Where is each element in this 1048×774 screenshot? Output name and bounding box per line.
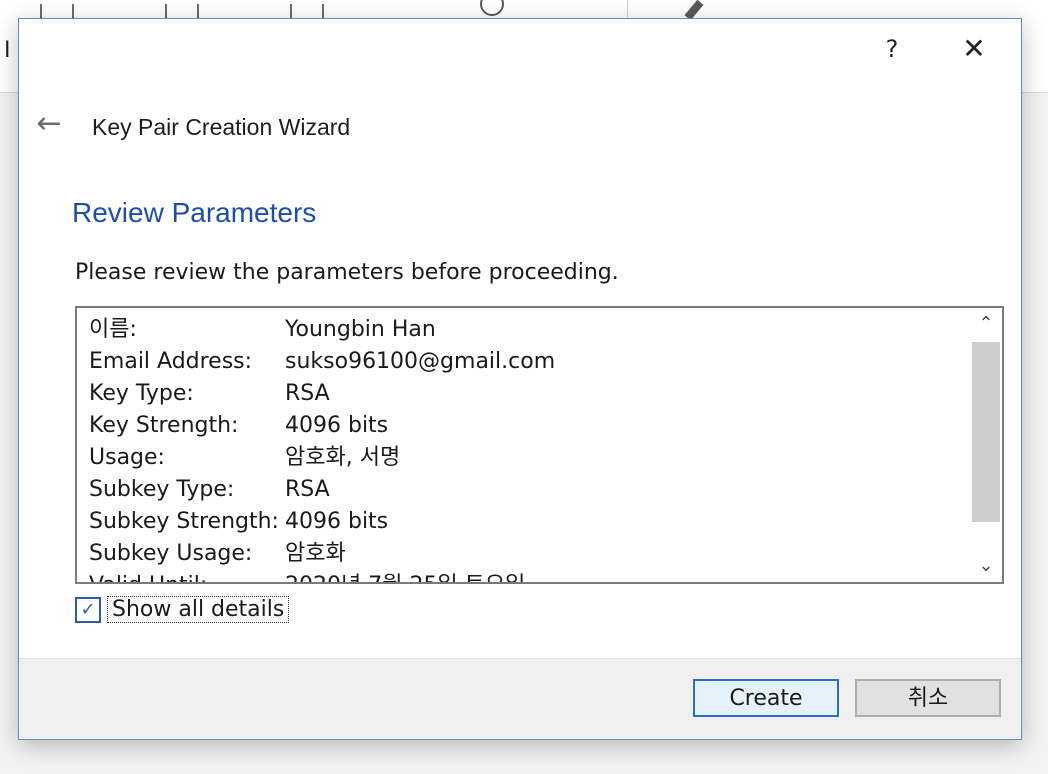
scroll-down-icon[interactable]: ⌄ <box>970 550 1002 582</box>
detail-label: Subkey Strength: <box>89 509 279 534</box>
cancel-button[interactable]: 취소 <box>855 679 1001 717</box>
search-icon <box>480 0 504 16</box>
page-description: Please review the parameters before proc… <box>75 260 619 285</box>
detail-value: 4096 bits <box>285 509 389 534</box>
detail-value: 암호화, 서명 <box>285 445 401 470</box>
detail-row-email: Email Address: sukso96100@gmail.com <box>89 346 968 378</box>
vertical-scrollbar[interactable]: ⌃ ⌄ <box>970 308 1002 582</box>
parameters-details-box[interactable]: 이름: Youngbin Han Email Address: sukso961… <box>75 306 1004 584</box>
detail-label: Key Strength: <box>89 413 239 438</box>
detail-value: 2020년 7월 25일 토요일 <box>285 570 525 582</box>
scroll-thumb[interactable] <box>972 342 1000 522</box>
detail-row-subkey-usage: Subkey Usage: 암호화 <box>89 538 968 570</box>
parameters-list: 이름: Youngbin Han Email Address: sukso961… <box>89 314 968 582</box>
detail-value: RSA <box>285 477 330 502</box>
detail-label: Subkey Usage: <box>89 541 253 566</box>
wizard-title: Key Pair Creation Wizard <box>92 114 351 140</box>
detail-label: Valid Until: <box>89 570 285 582</box>
show-all-details-label[interactable]: Show all details <box>107 596 290 623</box>
close-button[interactable]: ✕ <box>956 31 992 67</box>
detail-value: Youngbin Han <box>285 317 436 342</box>
detail-label: Key Type: <box>89 381 194 406</box>
show-all-details-option[interactable]: ✓ Show all details <box>75 596 290 623</box>
detail-row-key-strength: Key Strength: 4096 bits <box>89 410 968 442</box>
dialog-footer: Create 취소 <box>19 658 1021 739</box>
detail-label: 이름: <box>89 317 137 342</box>
detail-row-subkey-strength: Subkey Strength: 4096 bits <box>89 506 968 538</box>
back-arrow-icon[interactable]: ← <box>33 107 65 141</box>
detail-value: 4096 bits <box>285 413 389 438</box>
show-all-details-checkbox[interactable]: ✓ <box>75 596 101 623</box>
create-button[interactable]: Create <box>693 679 839 717</box>
detail-row-usage: Usage: 암호화, 서명 <box>89 442 968 474</box>
page-heading: Review Parameters <box>72 197 317 228</box>
detail-value: sukso96100@gmail.com <box>285 349 556 374</box>
detail-row-valid-until: Valid Until: 2020년 7월 25일 토요일 <box>89 570 968 582</box>
key-pair-wizard-dialog: ? ✕ ← Key Pair Creation Wizard Review Pa… <box>18 18 1022 740</box>
background-label: I <box>4 38 11 63</box>
detail-value: 암호화 <box>285 541 346 566</box>
detail-row-subkey-type: Subkey Type: RSA <box>89 474 968 506</box>
detail-label: Usage: <box>89 445 165 470</box>
detail-label: Subkey Type: <box>89 477 235 502</box>
detail-label: Email Address: <box>89 349 253 374</box>
detail-value: RSA <box>285 381 330 406</box>
toolbar-separator <box>627 0 628 18</box>
detail-row-key-type: Key Type: RSA <box>89 378 968 410</box>
help-button[interactable]: ? <box>874 31 910 67</box>
scroll-up-icon[interactable]: ⌃ <box>970 308 1002 340</box>
detail-row-name: 이름: Youngbin Han <box>89 314 968 346</box>
